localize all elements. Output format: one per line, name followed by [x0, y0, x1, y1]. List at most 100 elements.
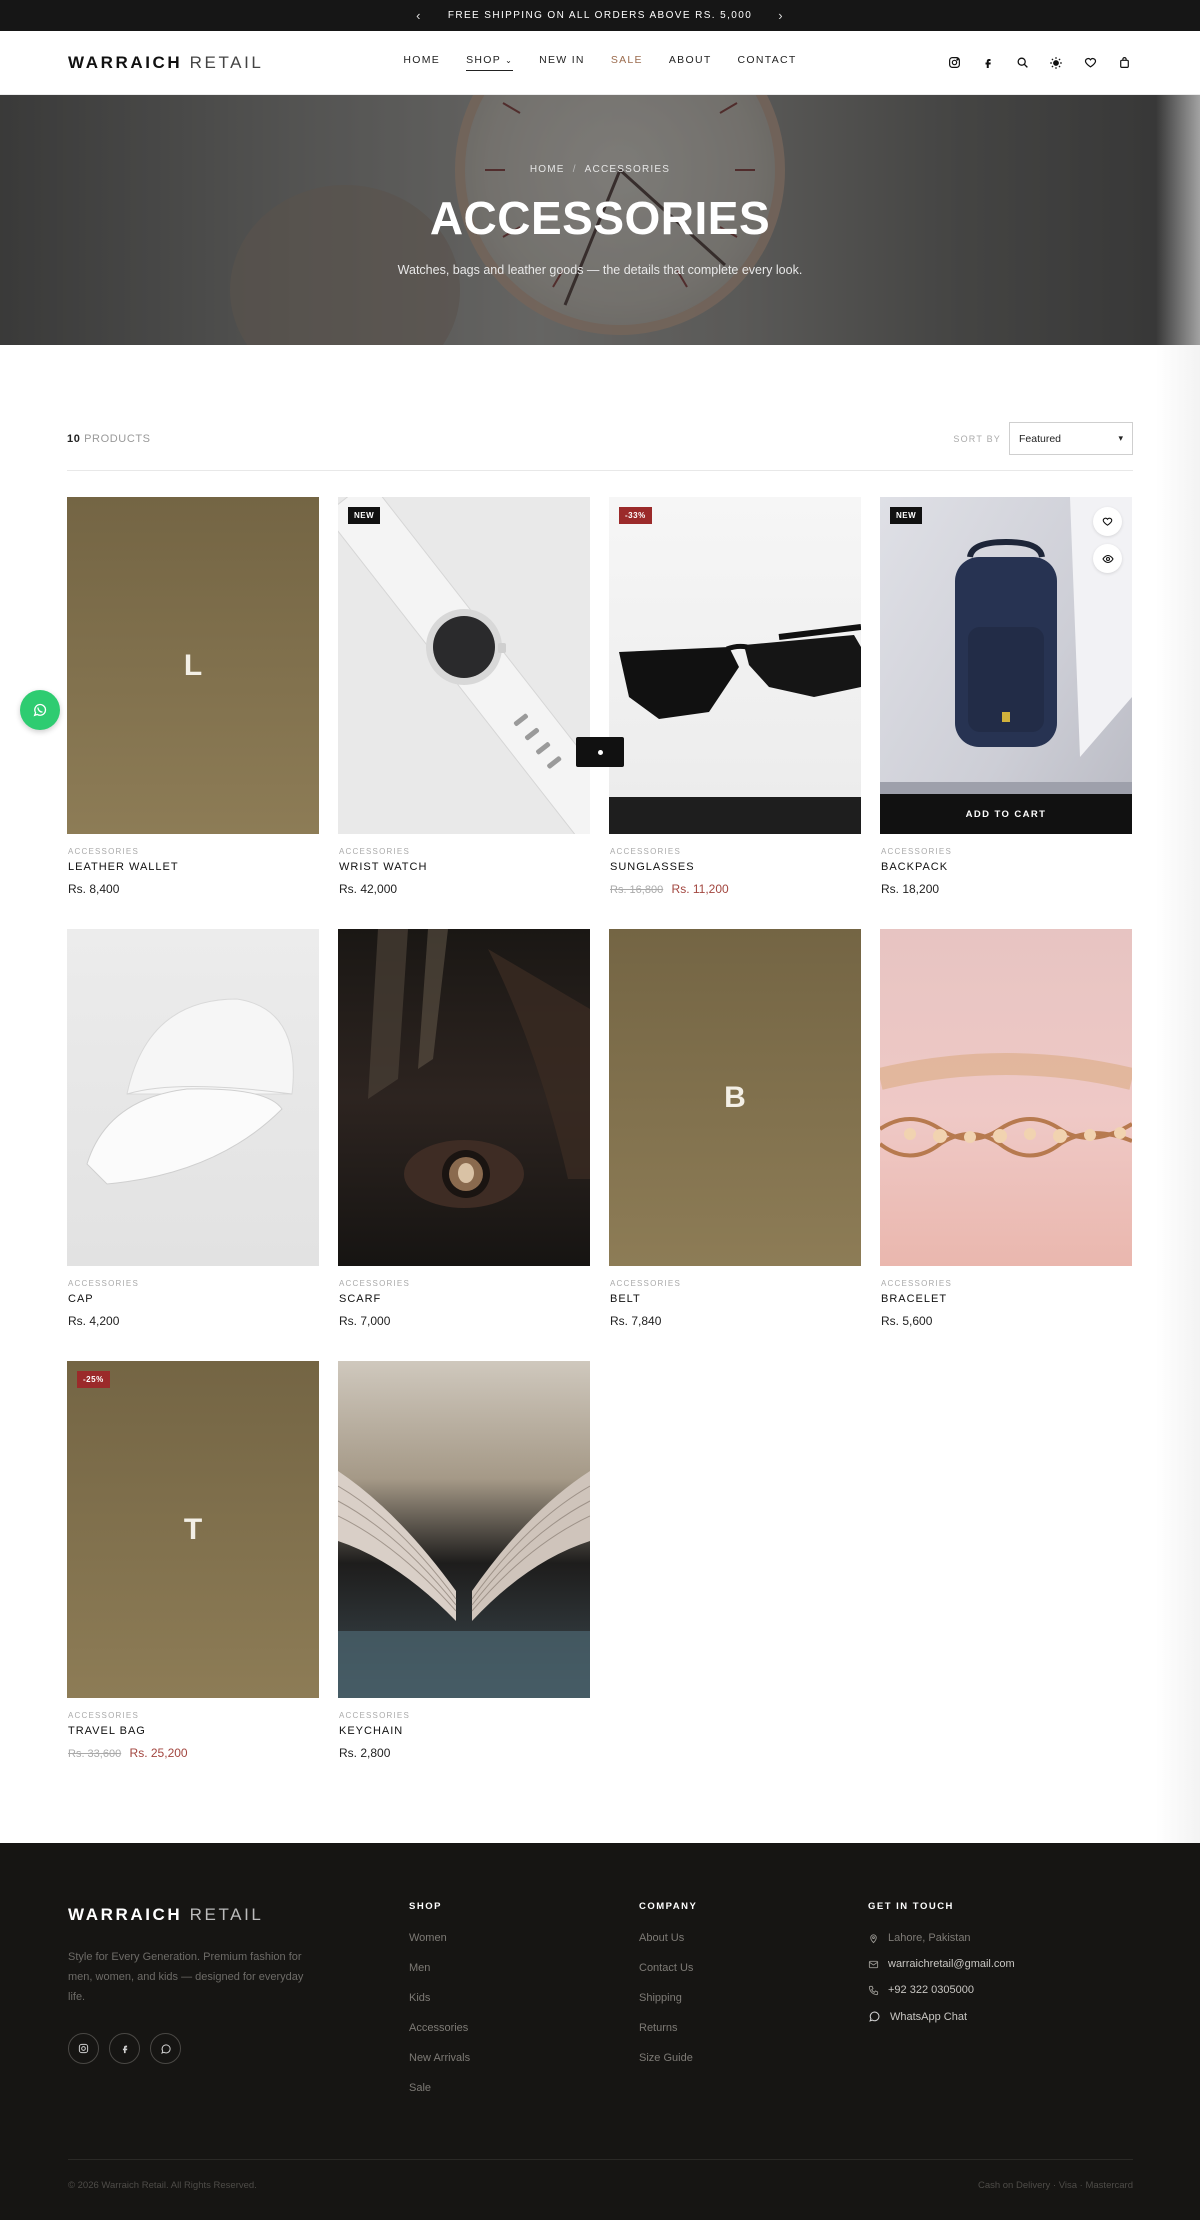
product-image[interactable]: T -25%	[67, 1361, 319, 1698]
product-price: Rs. 4,200	[68, 1314, 120, 1328]
bracelet-illustration	[880, 1053, 1132, 1158]
logo-light: RETAIL	[189, 52, 264, 72]
product-card[interactable]: -33% ACCESSORIES SUNGLASSES Rs. 16,800 R…	[609, 497, 861, 903]
footer-link-new-arrivals[interactable]: New Arrivals	[409, 2052, 470, 2064]
product-card[interactable]: T -25% ACCESSORIES TRAVEL BAG Rs. 33,600…	[67, 1361, 319, 1767]
wishlist-icon[interactable]	[1093, 507, 1122, 536]
whatsapp-float-button[interactable]	[20, 690, 60, 730]
footer-link-size-guide[interactable]: Size Guide	[639, 2052, 697, 2064]
product-name[interactable]: SUNGLASSES	[610, 861, 860, 873]
dot-icon	[597, 749, 603, 755]
sort-select[interactable]: Featured ▾	[1009, 422, 1133, 455]
page-subtitle: Watches, bags and leather goods — the de…	[397, 262, 803, 277]
wishlist-icon[interactable]	[1082, 55, 1098, 71]
product-name[interactable]: BACKPACK	[881, 861, 1131, 873]
theme-toggle-icon[interactable]	[1048, 55, 1064, 71]
footer-brand: WARRAICH RETAIL Style for Every Generati…	[68, 1905, 308, 2064]
nav-about[interactable]: ABOUT	[669, 54, 712, 71]
bag-icon[interactable]	[1116, 55, 1132, 71]
contact-email[interactable]: warraichretail@gmail.com	[868, 1958, 1015, 1970]
contact-phone[interactable]: +92 322 0305000	[868, 1984, 1015, 1996]
product-image[interactable]	[880, 929, 1132, 1266]
sort-value: Featured	[1019, 432, 1062, 445]
product-name[interactable]: WRIST WATCH	[339, 861, 589, 873]
product-name[interactable]: TRAVEL BAG	[68, 1725, 318, 1737]
footer-logo[interactable]: WARRAICH RETAIL	[68, 1905, 308, 1925]
instagram-icon[interactable]	[68, 2033, 99, 2064]
footer-link-about[interactable]: About Us	[639, 1932, 697, 1944]
footer-link-women[interactable]: Women	[409, 1932, 470, 1944]
footer-link-men[interactable]: Men	[409, 1962, 470, 1974]
hero-banner: HOME / ACCESSORIES ACCESSORIES Watches, ba…	[0, 95, 1200, 345]
footer-link-kids[interactable]: Kids	[409, 1992, 470, 2004]
product-name[interactable]: LEATHER WALLET	[68, 861, 318, 873]
footer-link-sale[interactable]: Sale	[409, 2082, 470, 2094]
footer-contact-title: GET IN TOUCH	[868, 1901, 954, 1912]
product-card[interactable]: ACCESSORIES KEYCHAIN Rs. 2,800	[338, 1361, 590, 1767]
add-to-cart-button[interactable]: ADD TO CART	[880, 794, 1132, 834]
breadcrumb-separator: /	[572, 163, 577, 175]
product-price-group: Rs. 16,800 Rs. 11,200	[610, 882, 860, 896]
breadcrumb-current: ACCESSORIES	[584, 163, 671, 175]
product-name[interactable]: BELT	[610, 1293, 860, 1305]
facebook-icon[interactable]	[980, 55, 996, 71]
product-price: Rs. 7,000	[339, 1314, 391, 1328]
product-card[interactable]: B ACCESSORIES BELT Rs. 7,840	[609, 929, 861, 1335]
product-category: ACCESSORIES	[881, 1279, 952, 1288]
product-grid: L ACCESSORIES LEATHER WALLET Rs. 8,400 N…	[67, 497, 1134, 1767]
logo-bold: WARRAICH	[68, 52, 183, 72]
product-name[interactable]: SCARF	[339, 1293, 589, 1305]
nav-home[interactable]: HOME	[403, 54, 440, 71]
product-price: Rs. 5,600	[881, 1314, 933, 1328]
product-card[interactable]: ACCESSORIES SCARF Rs. 7,000	[338, 929, 590, 1335]
whatsapp-icon	[33, 703, 47, 717]
footer-link-contact[interactable]: Contact Us	[639, 1962, 697, 1974]
product-name[interactable]: BRACELET	[881, 1293, 1131, 1305]
footer-link-accessories[interactable]: Accessories	[409, 2022, 470, 2034]
site-footer: WARRAICH RETAIL Style for Every Generati…	[0, 1843, 1200, 2220]
edge-shadow	[1156, 95, 1200, 1843]
footer-link-shipping[interactable]: Shipping	[639, 1992, 697, 2004]
product-card[interactable]: NEW ACCESSORIES WRIST WATCH Rs. 42,000	[338, 497, 590, 903]
contact-email-text: warraichretail@gmail.com	[888, 1958, 1015, 1970]
product-image[interactable]	[338, 929, 590, 1266]
product-image[interactable]: NEW	[338, 497, 590, 834]
site-logo[interactable]: WARRAICH RETAIL	[68, 53, 263, 73]
product-card[interactable]: L ACCESSORIES LEATHER WALLET Rs. 8,400	[67, 497, 319, 903]
product-image[interactable]	[338, 1361, 590, 1698]
contact-whatsapp[interactable]: WhatsApp Chat	[868, 2010, 1015, 2023]
facebook-icon[interactable]	[109, 2033, 140, 2064]
nav-contact[interactable]: CONTACT	[738, 54, 797, 71]
product-category: ACCESSORIES	[881, 847, 952, 856]
product-card[interactable]: ACCESSORIES BRACELET Rs. 5,600	[880, 929, 1132, 1335]
whatsapp-icon[interactable]	[150, 2033, 181, 2064]
phone-icon	[868, 1985, 879, 1995]
product-image[interactable]: B	[609, 929, 861, 1266]
product-card[interactable]: ACCESSORIES CAP Rs. 4,200	[67, 929, 319, 1335]
instagram-icon[interactable]	[946, 55, 962, 71]
product-card[interactable]: NEW ADD TO CART ACCESSORIES BACKPACK Rs.…	[880, 497, 1132, 903]
product-name[interactable]: CAP	[68, 1293, 318, 1305]
product-image[interactable]: -33%	[609, 497, 861, 834]
footer-company-title: COMPANY	[639, 1901, 698, 1912]
new-badge: NEW	[890, 507, 923, 524]
product-image[interactable]: NEW ADD TO CART	[880, 497, 1132, 834]
nav-sale[interactable]: SALE	[611, 54, 643, 71]
product-category: ACCESSORIES	[610, 847, 681, 856]
product-name[interactable]: KEYCHAIN	[339, 1725, 589, 1737]
scarf-illustration	[368, 929, 590, 1208]
quick-view-icon[interactable]	[1093, 544, 1122, 573]
announcement-bar: ‹ FREE SHIPPING ON ALL ORDERS ABOVE RS. …	[0, 0, 1200, 31]
nav-new-in[interactable]: NEW IN	[539, 54, 585, 71]
footer-link-returns[interactable]: Returns	[639, 2022, 697, 2034]
product-image[interactable]	[67, 929, 319, 1266]
carousel-dot-button[interactable]	[576, 737, 624, 767]
product-image[interactable]: L	[67, 497, 319, 834]
chevron-left-icon[interactable]: ‹	[416, 8, 422, 23]
breadcrumb-home[interactable]: HOME	[530, 164, 565, 175]
nav-shop[interactable]: SHOP ⌄	[466, 54, 514, 71]
search-icon[interactable]	[1014, 55, 1030, 71]
chevron-right-icon[interactable]: ›	[778, 8, 784, 23]
site-header: WARRAICH RETAIL HOME SHOP ⌄ NEW IN SALE …	[0, 31, 1200, 95]
product-toolbar: 10 PRODUCTS SORT BY Featured ▾	[67, 419, 1133, 471]
